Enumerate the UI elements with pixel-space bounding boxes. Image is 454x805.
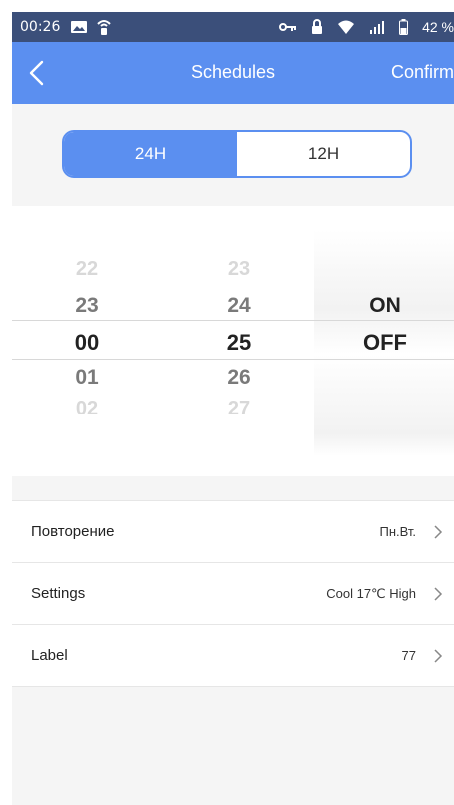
toggle-24h[interactable]: 24H: [64, 132, 237, 176]
cellular-icon: [369, 19, 385, 35]
settings-value: Cool 17℃ High: [326, 586, 416, 601]
chevron-right-icon: [434, 587, 443, 601]
status-bar: 00:26 42 %: [12, 12, 454, 42]
time-picker: 22 23 00 01 02 23 24 25 26 27 ON OFF: [12, 206, 454, 476]
page-title: Schedules: [190, 62, 276, 82]
minute-item: 23: [227, 258, 251, 280]
repeat-row[interactable]: Повторение Пн.Вт.: [12, 501, 454, 563]
minute-item-selected: 25: [226, 330, 252, 355]
wifi-icon: [337, 19, 355, 35]
format-toggle-area: 24H 12H: [12, 104, 454, 206]
confirm-button[interactable]: Confirm: [391, 62, 454, 83]
chevron-right-icon: [434, 525, 443, 539]
settings-label: Settings: [31, 585, 86, 602]
label-value: 77: [401, 648, 416, 663]
image-icon: [70, 19, 88, 35]
toggle-12h[interactable]: 12H: [237, 132, 410, 176]
state-item-on: ON: [369, 294, 401, 317]
chevron-right-icon: [434, 649, 443, 663]
format-toggle: 24H 12H: [62, 130, 412, 178]
lock-icon: [311, 19, 323, 35]
label-label: Label: [31, 647, 68, 664]
nav-bar: Schedules Confirm: [12, 42, 454, 104]
repeat-value: Пн.Вт.: [379, 524, 417, 539]
schedule-settings-list: Повторение Пн.Вт. Settings Cool 17℃ High…: [12, 500, 454, 687]
remote-signal-icon: [96, 18, 112, 36]
settings-row[interactable]: Settings Cool 17℃ High: [12, 563, 454, 625]
key-icon: [279, 21, 297, 33]
state-wheel[interactable]: ON OFF: [330, 206, 440, 476]
minute-item: 24: [227, 294, 251, 317]
battery-percent: 42 %: [422, 19, 454, 35]
hour-item: 23: [75, 294, 99, 317]
hour-wheel[interactable]: 22 23 00 01 02: [32, 206, 142, 476]
hour-item: 22: [75, 258, 99, 280]
minute-item: 26: [227, 366, 251, 389]
battery-icon: [399, 19, 409, 35]
status-time: 00:26: [20, 19, 61, 35]
status-right: 42 %: [279, 19, 454, 35]
minute-item: 27: [227, 398, 251, 414]
screen-edge: [0, 0, 12, 805]
repeat-label: Повторение: [31, 523, 115, 540]
hour-item: 02: [75, 398, 99, 414]
state-item-off: OFF: [363, 330, 407, 355]
hour-item-selected: 00: [74, 330, 100, 355]
screen-edge-top: [0, 0, 454, 12]
label-row[interactable]: Label 77: [12, 625, 454, 687]
hour-item: 01: [75, 366, 99, 389]
minute-wheel[interactable]: 23 24 25 26 27: [184, 206, 294, 476]
